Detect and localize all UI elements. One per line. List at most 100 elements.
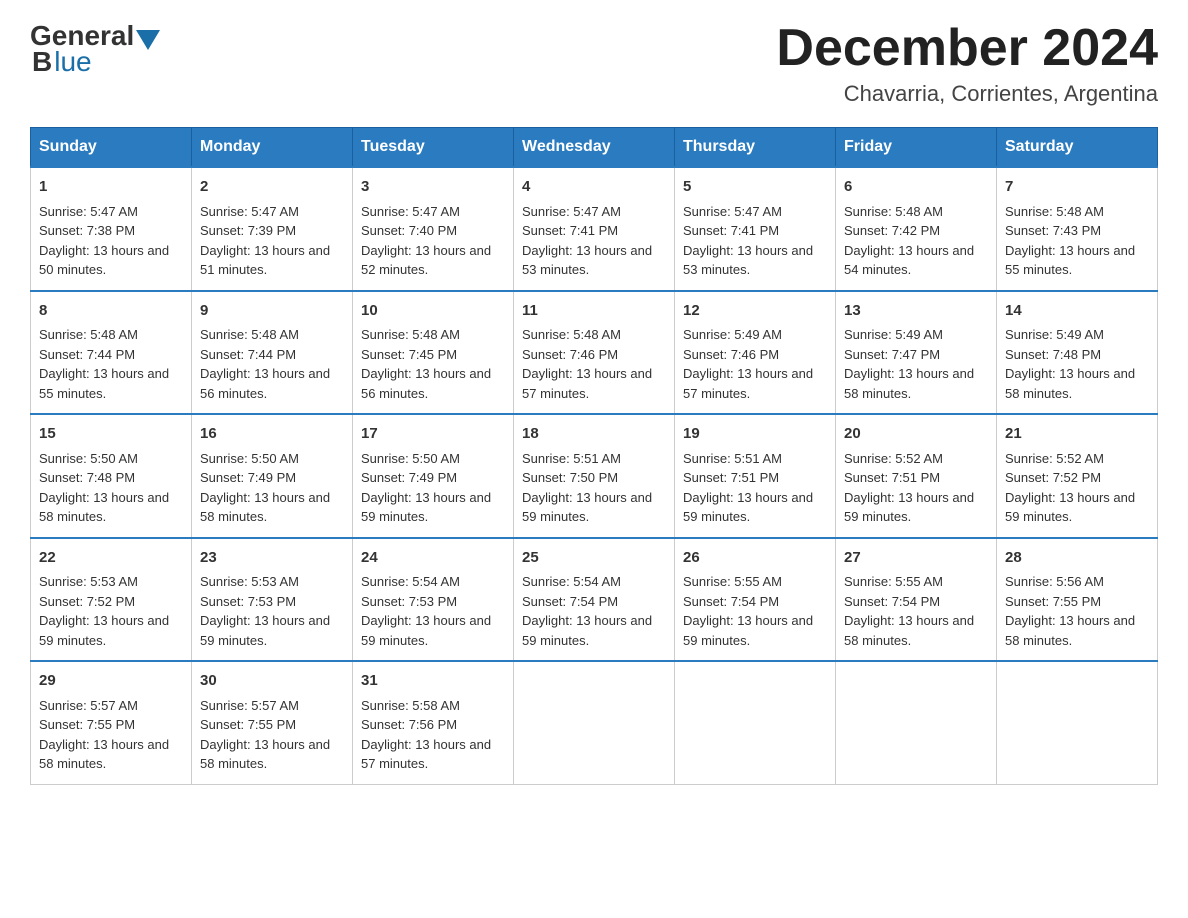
- sunset-text: Sunset: 7:54 PM: [522, 594, 618, 609]
- daylight-text: Daylight: 13 hours and 57 minutes.: [683, 366, 813, 401]
- day-number: 10: [361, 300, 505, 323]
- sunrise-text: Sunrise: 5:57 AM: [39, 698, 138, 713]
- day-number: 22: [39, 547, 183, 570]
- day-number: 15: [39, 423, 183, 446]
- daylight-text: Daylight: 13 hours and 59 minutes.: [1005, 490, 1135, 525]
- sunrise-text: Sunrise: 5:48 AM: [200, 327, 299, 342]
- day-number: 21: [1005, 423, 1149, 446]
- calendar-day-header: Sunday: [31, 128, 192, 168]
- calendar-day-cell: 16Sunrise: 5:50 AMSunset: 7:49 PMDayligh…: [192, 414, 353, 538]
- sunrise-text: Sunrise: 5:53 AM: [39, 574, 138, 589]
- sunrise-text: Sunrise: 5:48 AM: [1005, 204, 1104, 219]
- location-subtitle: Chavarria, Corrientes, Argentina: [776, 81, 1158, 107]
- calendar-day-cell: 12Sunrise: 5:49 AMSunset: 7:46 PMDayligh…: [675, 291, 836, 415]
- daylight-text: Daylight: 13 hours and 59 minutes.: [361, 613, 491, 648]
- sunrise-text: Sunrise: 5:49 AM: [1005, 327, 1104, 342]
- calendar-day-cell: 28Sunrise: 5:56 AMSunset: 7:55 PMDayligh…: [997, 538, 1158, 662]
- day-number: 28: [1005, 547, 1149, 570]
- calendar-day-cell: [514, 661, 675, 784]
- daylight-text: Daylight: 13 hours and 59 minutes.: [361, 490, 491, 525]
- day-number: 13: [844, 300, 988, 323]
- daylight-text: Daylight: 13 hours and 55 minutes.: [1005, 243, 1135, 278]
- calendar-day-cell: 22 Sunrise: 5:53 AM Sunset: 7:52 PM Dayligh…: [31, 538, 192, 662]
- day-number: 6: [844, 176, 988, 199]
- day-number: 26: [683, 547, 827, 570]
- calendar-day-cell: 20Sunrise: 5:52 AMSunset: 7:51 PMDayligh…: [836, 414, 997, 538]
- calendar-table: SundayMondayTuesdayWednesdayThursdayFrid…: [30, 127, 1158, 785]
- sunset-text: Sunset: 7:49 PM: [361, 470, 457, 485]
- daylight-text: Daylight: 13 hours and 54 minutes.: [844, 243, 974, 278]
- calendar-day-cell: 4Sunrise: 5:47 AMSunset: 7:41 PMDaylight…: [514, 167, 675, 291]
- calendar-day-cell: 17Sunrise: 5:50 AMSunset: 7:49 PMDayligh…: [353, 414, 514, 538]
- sunrise-text: Sunrise: 5:50 AM: [39, 451, 138, 466]
- sunrise-text: Sunrise: 5:47 AM: [39, 204, 138, 219]
- calendar-day-cell: 24Sunrise: 5:54 AMSunset: 7:53 PMDayligh…: [353, 538, 514, 662]
- daylight-text: Daylight: 13 hours and 56 minutes.: [200, 366, 330, 401]
- daylight-text: Daylight: 13 hours and 51 minutes.: [200, 243, 330, 278]
- day-number: 29: [39, 670, 183, 693]
- calendar-day-cell: 2Sunrise: 5:47 AMSunset: 7:39 PMDaylight…: [192, 167, 353, 291]
- daylight-text: Daylight: 13 hours and 58 minutes.: [1005, 613, 1135, 648]
- calendar-day-header: Friday: [836, 128, 997, 168]
- logo-triangle-icon: [136, 30, 160, 50]
- calendar-day-cell: 18Sunrise: 5:51 AMSunset: 7:50 PMDayligh…: [514, 414, 675, 538]
- day-number: 14: [1005, 300, 1149, 323]
- day-number: 2: [200, 176, 344, 199]
- day-number: 23: [200, 547, 344, 570]
- day-number: 16: [200, 423, 344, 446]
- sunset-text: Sunset: 7:48 PM: [39, 470, 135, 485]
- sunrise-text: Sunrise: 5:56 AM: [1005, 574, 1104, 589]
- calendar-day-header: Monday: [192, 128, 353, 168]
- daylight-text: Daylight: 13 hours and 52 minutes.: [361, 243, 491, 278]
- daylight-text: Daylight: 13 hours and 55 minutes.: [39, 366, 169, 401]
- sunrise-text: Sunrise: 5:55 AM: [844, 574, 943, 589]
- daylight-text: Daylight: 13 hours and 59 minutes.: [39, 613, 169, 648]
- sunrise-text: Sunrise: 5:54 AM: [361, 574, 460, 589]
- sunset-text: Sunset: 7:38 PM: [39, 223, 135, 238]
- calendar-day-cell: 8Sunrise: 5:48 AMSunset: 7:44 PMDaylight…: [31, 291, 192, 415]
- calendar-day-header: Saturday: [997, 128, 1158, 168]
- sunset-text: Sunset: 7:52 PM: [39, 594, 135, 609]
- day-number: 9: [200, 300, 344, 323]
- sunset-text: Sunset: 7:53 PM: [200, 594, 296, 609]
- sunset-text: Sunset: 7:45 PM: [361, 347, 457, 362]
- sunrise-text: Sunrise: 5:47 AM: [361, 204, 460, 219]
- daylight-text: Daylight: 13 hours and 56 minutes.: [361, 366, 491, 401]
- daylight-text: Daylight: 13 hours and 57 minutes.: [522, 366, 652, 401]
- calendar-day-cell: 26Sunrise: 5:55 AMSunset: 7:54 PMDayligh…: [675, 538, 836, 662]
- calendar-day-header: Tuesday: [353, 128, 514, 168]
- sunrise-text: Sunrise: 5:48 AM: [844, 204, 943, 219]
- sunrise-text: Sunrise: 5:58 AM: [361, 698, 460, 713]
- sunrise-text: Sunrise: 5:54 AM: [522, 574, 621, 589]
- page-header: General B lue December 2024 Chavarria, C…: [30, 20, 1158, 107]
- calendar-day-cell: 19Sunrise: 5:51 AMSunset: 7:51 PMDayligh…: [675, 414, 836, 538]
- sunset-text: Sunset: 7:44 PM: [39, 347, 135, 362]
- sunrise-text: Sunrise: 5:49 AM: [844, 327, 943, 342]
- daylight-text: Daylight: 13 hours and 58 minutes.: [39, 737, 169, 772]
- sunset-text: Sunset: 7:46 PM: [522, 347, 618, 362]
- sunset-text: Sunset: 7:53 PM: [361, 594, 457, 609]
- calendar-day-cell: 11Sunrise: 5:48 AMSunset: 7:46 PMDayligh…: [514, 291, 675, 415]
- sunrise-text: Sunrise: 5:55 AM: [683, 574, 782, 589]
- calendar-week-row: 15 Sunrise: 5:50 AM Sunset: 7:48 PM Dayligh…: [31, 414, 1158, 538]
- calendar-day-cell: 13Sunrise: 5:49 AMSunset: 7:47 PMDayligh…: [836, 291, 997, 415]
- sunrise-text: Sunrise: 5:49 AM: [683, 327, 782, 342]
- day-number: 3: [361, 176, 505, 199]
- sunrise-text: Sunrise: 5:51 AM: [522, 451, 621, 466]
- calendar-day-cell: [675, 661, 836, 784]
- day-number: 20: [844, 423, 988, 446]
- sunrise-text: Sunrise: 5:53 AM: [200, 574, 299, 589]
- day-number: 30: [200, 670, 344, 693]
- sunrise-text: Sunrise: 5:47 AM: [200, 204, 299, 219]
- daylight-text: Daylight: 13 hours and 59 minutes.: [844, 490, 974, 525]
- calendar-week-row: 1Sunrise: 5:47 AMSunset: 7:38 PMDaylight…: [31, 167, 1158, 291]
- day-number: 7: [1005, 176, 1149, 199]
- sunset-text: Sunset: 7:48 PM: [1005, 347, 1101, 362]
- calendar-day-cell: 1Sunrise: 5:47 AMSunset: 7:38 PMDaylight…: [31, 167, 192, 291]
- calendar-week-row: 8Sunrise: 5:48 AMSunset: 7:44 PMDaylight…: [31, 291, 1158, 415]
- sunset-text: Sunset: 7:41 PM: [522, 223, 618, 238]
- calendar-day-cell: 10Sunrise: 5:48 AMSunset: 7:45 PMDayligh…: [353, 291, 514, 415]
- daylight-text: Daylight: 13 hours and 58 minutes.: [1005, 366, 1135, 401]
- sunset-text: Sunset: 7:47 PM: [844, 347, 940, 362]
- sunset-text: Sunset: 7:44 PM: [200, 347, 296, 362]
